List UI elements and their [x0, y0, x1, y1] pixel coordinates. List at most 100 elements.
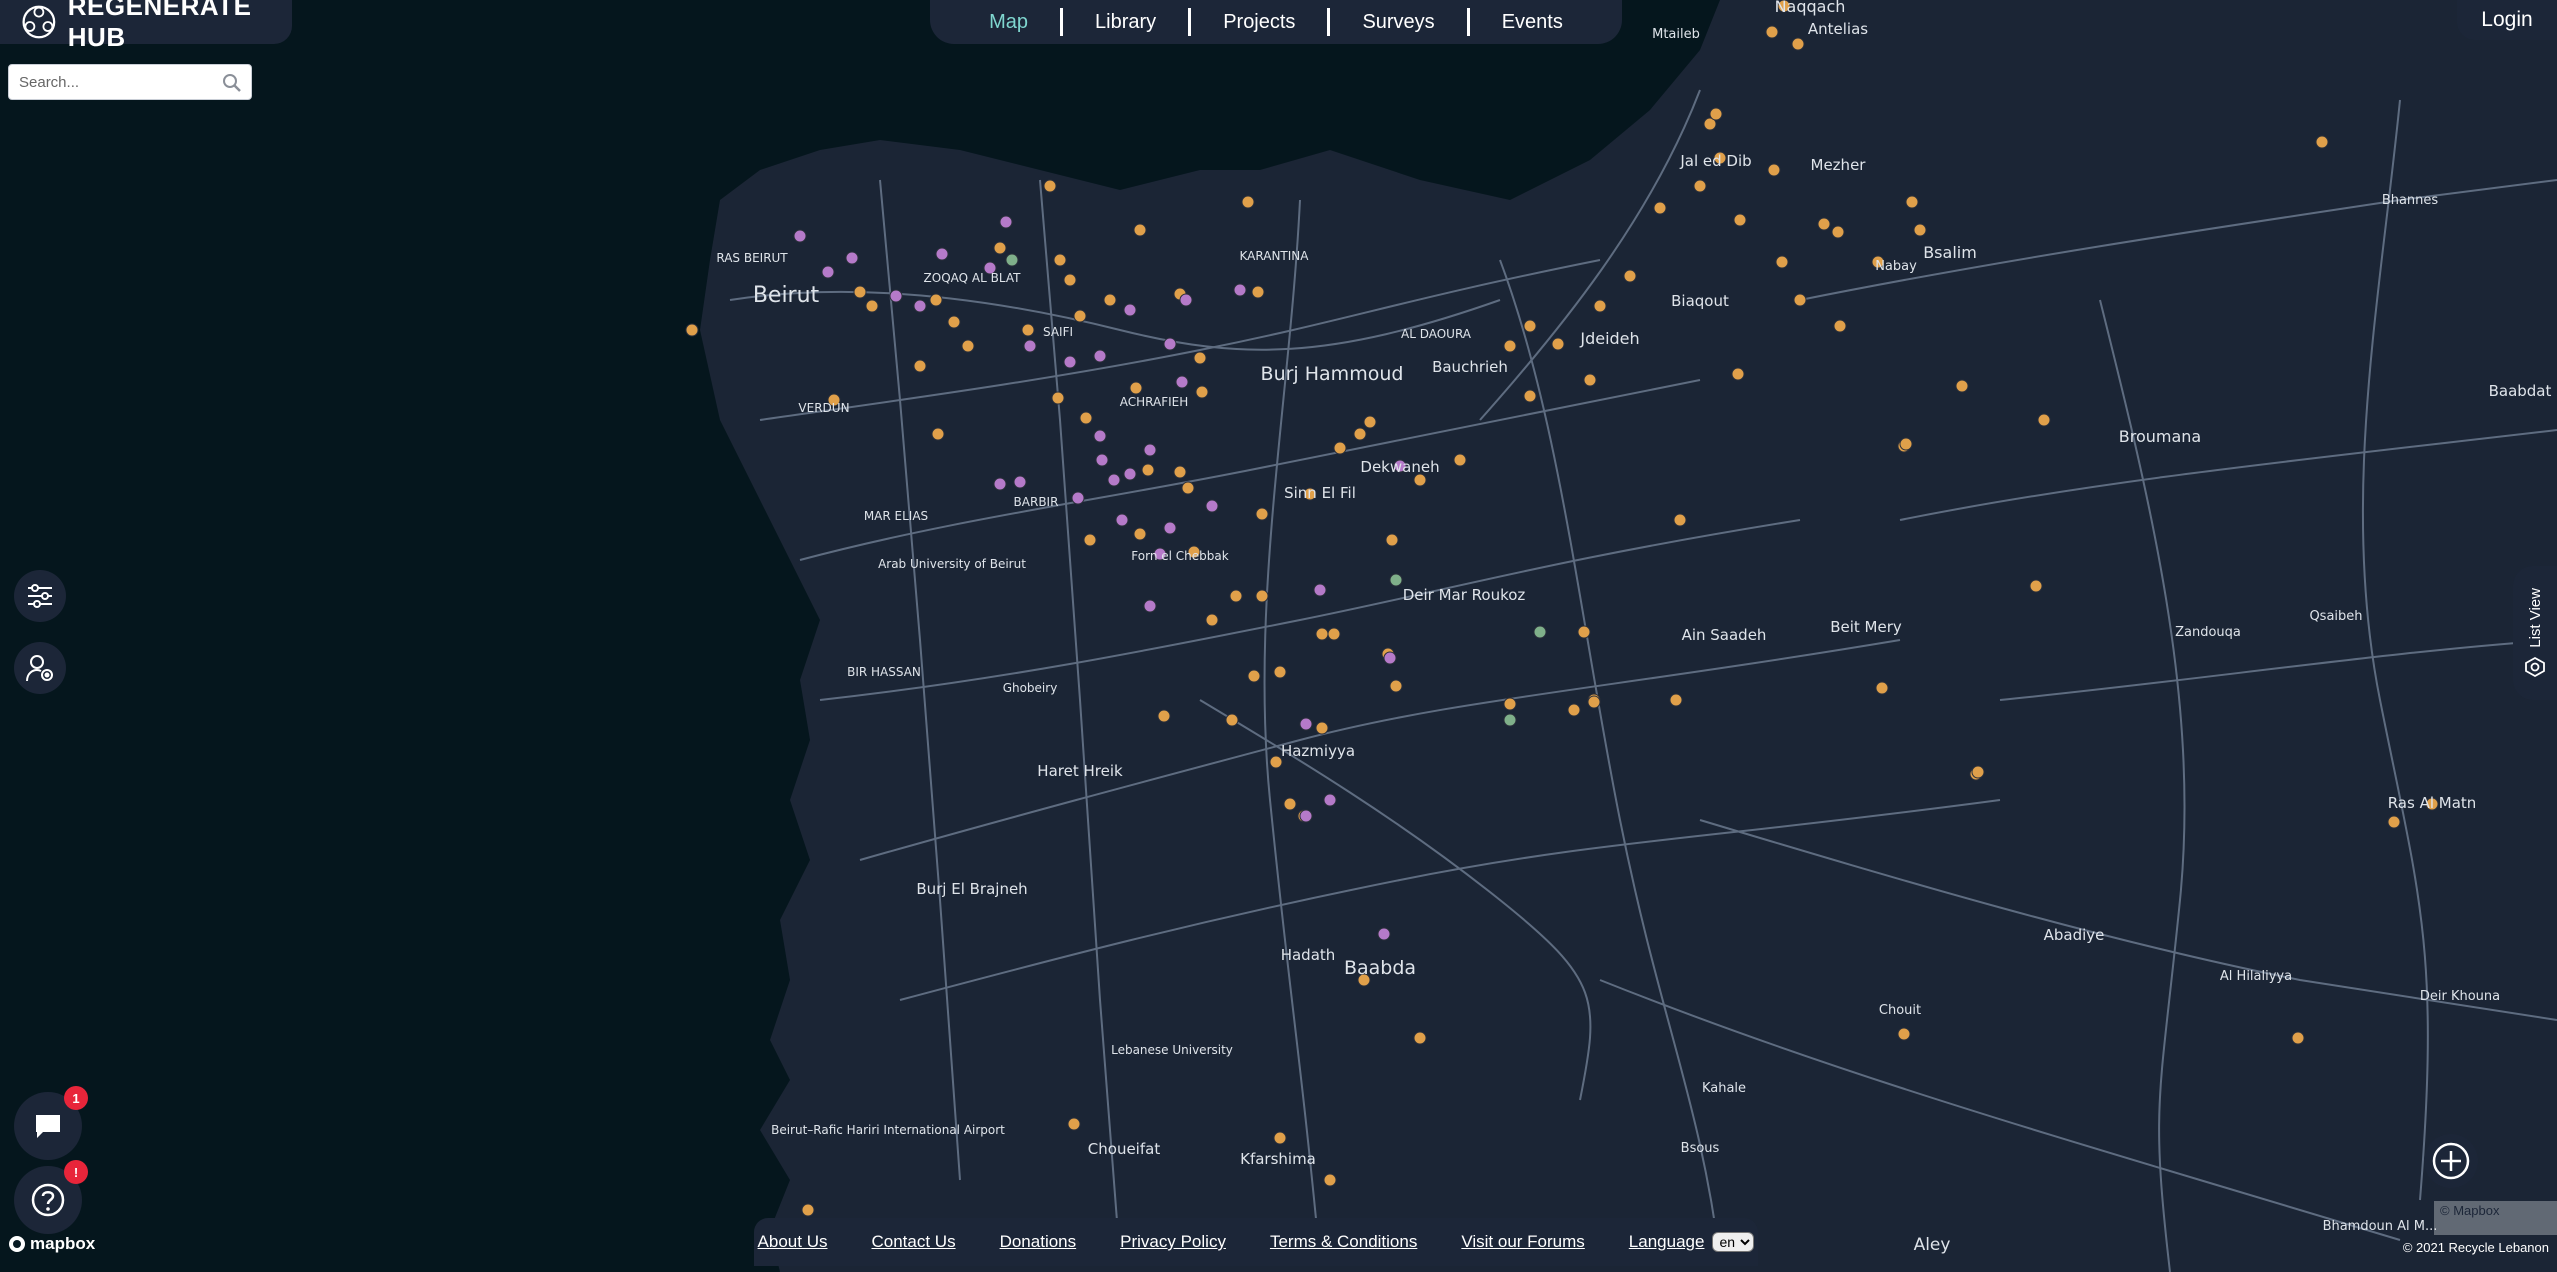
map-marker[interactable]: [1875, 681, 1889, 695]
map-marker[interactable]: [1233, 283, 1247, 297]
map-marker[interactable]: [1083, 533, 1097, 547]
map-marker[interactable]: [1567, 703, 1581, 717]
map-marker[interactable]: [913, 299, 927, 313]
map-marker[interactable]: [1353, 427, 1367, 441]
map-marker[interactable]: [1551, 337, 1565, 351]
search-icon[interactable]: [221, 72, 243, 94]
map-marker[interactable]: [1897, 1027, 1911, 1041]
map-marker[interactable]: [929, 293, 943, 307]
filters-button[interactable]: [14, 570, 66, 622]
map-marker[interactable]: [1021, 323, 1035, 337]
map-marker[interactable]: [1905, 195, 1919, 209]
map-marker[interactable]: [1315, 721, 1329, 735]
map-marker[interactable]: [1129, 381, 1143, 395]
map-marker[interactable]: [1225, 713, 1239, 727]
login-button[interactable]: Login: [2457, 0, 2557, 40]
map-marker[interactable]: [1693, 179, 1707, 193]
nav-map[interactable]: Map: [957, 11, 1060, 34]
map-marker[interactable]: [1523, 389, 1537, 403]
nav-projects[interactable]: Projects: [1191, 11, 1327, 34]
map-marker[interactable]: [865, 299, 879, 313]
map-marker[interactable]: [1327, 627, 1341, 641]
map-marker[interactable]: [1273, 1131, 1287, 1145]
map-marker[interactable]: [1093, 349, 1107, 363]
map-marker[interactable]: [889, 289, 903, 303]
map-marker[interactable]: [1053, 253, 1067, 267]
map-marker[interactable]: [1817, 217, 1831, 231]
map-marker[interactable]: [993, 477, 1007, 491]
map-marker[interactable]: [1673, 513, 1687, 527]
map-marker[interactable]: [1533, 625, 1547, 639]
user-location-button[interactable]: [14, 642, 66, 694]
map-marker[interactable]: [1181, 481, 1195, 495]
map-marker[interactable]: [1899, 437, 1913, 451]
map-marker[interactable]: [1913, 223, 1927, 237]
map-marker[interactable]: [793, 229, 807, 243]
map-marker[interactable]: [1133, 223, 1147, 237]
map-marker[interactable]: [1143, 443, 1157, 457]
footer-link-about[interactable]: About Us: [758, 1232, 828, 1252]
map-canvas[interactable]: Naqqach Mtaileb Antelias Jal ed Dib Mezher Bs…: [0, 0, 2557, 1272]
map-marker[interactable]: [1255, 507, 1269, 521]
map-marker[interactable]: [821, 265, 835, 279]
map-marker[interactable]: [1315, 627, 1329, 641]
map-marker[interactable]: [913, 359, 927, 373]
map-marker[interactable]: [1079, 411, 1093, 425]
map-marker[interactable]: [1273, 665, 1287, 679]
map-marker[interactable]: [1323, 793, 1337, 807]
mapbox-attribution[interactable]: © Mapbox: [2434, 1201, 2557, 1235]
map-marker[interactable]: [1453, 453, 1467, 467]
map-marker[interactable]: [935, 247, 949, 261]
list-view-tab[interactable]: List View: [2513, 566, 2557, 700]
map-marker[interactable]: [1095, 453, 1109, 467]
map-marker[interactable]: [1653, 201, 1667, 215]
map-marker[interactable]: [1205, 499, 1219, 513]
map-marker[interactable]: [1503, 339, 1517, 353]
map-marker[interactable]: [1063, 355, 1077, 369]
map-marker[interactable]: [1157, 709, 1171, 723]
footer-link-donations[interactable]: Donations: [1000, 1232, 1077, 1252]
map-marker[interactable]: [993, 241, 1007, 255]
map-marker[interactable]: [1163, 521, 1177, 535]
map-marker[interactable]: [1299, 809, 1313, 823]
map-marker[interactable]: [1051, 391, 1065, 405]
map-marker[interactable]: [1831, 225, 1845, 239]
map-marker[interactable]: [1247, 669, 1261, 683]
map-marker[interactable]: [1587, 695, 1601, 709]
map-marker[interactable]: [931, 427, 945, 441]
chat-button[interactable]: 1: [14, 1086, 88, 1160]
map-marker[interactable]: [1523, 319, 1537, 333]
map-marker[interactable]: [1179, 293, 1193, 307]
nav-surveys[interactable]: Surveys: [1330, 11, 1466, 34]
footer-link-privacy[interactable]: Privacy Policy: [1120, 1232, 1226, 1252]
map-marker[interactable]: [1093, 429, 1107, 443]
map-marker[interactable]: [1765, 25, 1779, 39]
map-marker[interactable]: [1143, 599, 1157, 613]
map-marker[interactable]: [2291, 1031, 2305, 1045]
help-button[interactable]: !: [14, 1160, 88, 1234]
map-marker[interactable]: [1255, 589, 1269, 603]
nav-library[interactable]: Library: [1063, 11, 1188, 34]
map-marker[interactable]: [1107, 473, 1121, 487]
map-marker[interactable]: [2037, 413, 2051, 427]
map-marker[interactable]: [1313, 583, 1327, 597]
map-marker[interactable]: [1833, 319, 1847, 333]
language-select[interactable]: en: [1712, 1232, 1755, 1252]
map-marker[interactable]: [1115, 513, 1129, 527]
footer-link-forums[interactable]: Visit our Forums: [1461, 1232, 1584, 1252]
map-marker[interactable]: [961, 339, 975, 353]
map-marker[interactable]: [1377, 927, 1391, 941]
map-marker[interactable]: [1229, 589, 1243, 603]
footer-link-terms[interactable]: Terms & Conditions: [1270, 1232, 1417, 1252]
map-marker[interactable]: [1669, 693, 1683, 707]
map-marker[interactable]: [1205, 613, 1219, 627]
map-marker[interactable]: [1413, 1031, 1427, 1045]
map-marker[interactable]: [1163, 337, 1177, 351]
map-marker[interactable]: [1067, 1117, 1081, 1131]
map-marker[interactable]: [1775, 255, 1789, 269]
nav-events[interactable]: Events: [1470, 11, 1595, 34]
map-marker[interactable]: [853, 285, 867, 299]
map-marker[interactable]: [1005, 253, 1019, 267]
footer-link-contact[interactable]: Contact Us: [871, 1232, 955, 1252]
map-marker[interactable]: [1173, 465, 1187, 479]
